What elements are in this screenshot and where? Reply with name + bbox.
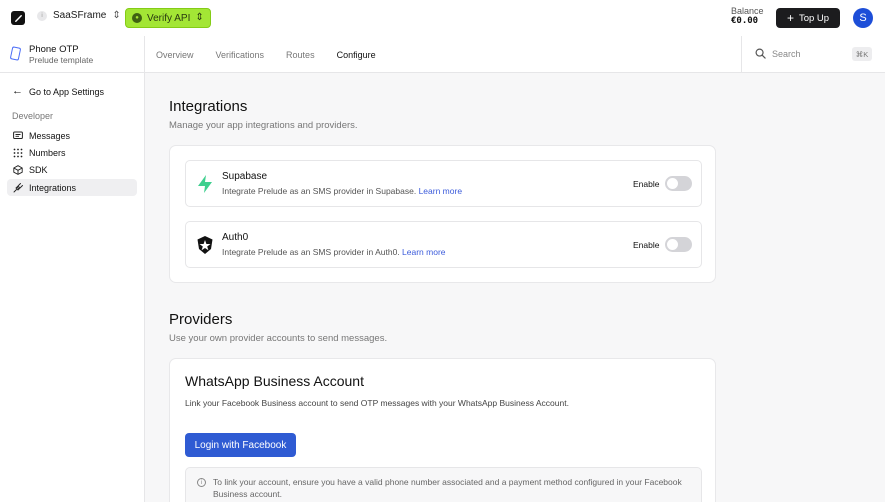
back-label: Go to App Settings [29,86,105,97]
back-link[interactable]: ← Go to App Settings [12,86,104,97]
globe-icon: ● [132,13,142,23]
workspace-avatar: i [37,10,47,21]
sidebar-item-messages[interactable]: Messages [7,127,137,144]
integration-supabase: Supabase Integrate Prelude as an SMS pro… [185,160,702,207]
sub-bar: Phone OTP Prelude template Overview Veri… [0,36,885,74]
integration-description: Integrate Prelude as an SMS provider in … [222,186,462,196]
auth0-logo-icon [197,236,213,254]
project-template: Prelude template [29,55,94,65]
sidebar-item-label: Messages [29,130,71,141]
info-icon: i [197,478,206,487]
workspace-switcher[interactable]: i SaaSFrame ⇕ [37,10,121,21]
workspace-name: SaaSFrame [53,10,107,21]
top-up-button[interactable]: + Top Up [776,8,840,28]
learn-more-link[interactable]: Learn more [419,186,462,196]
arrow-left-icon: ← [12,85,23,97]
grid-icon [13,148,23,157]
chevron-updown-icon: ⇕ [112,9,121,21]
plus-icon: + [786,11,794,25]
user-avatar[interactable]: S [853,8,873,28]
plug-icon [13,182,23,192]
supabase-enable-toggle[interactable] [665,176,692,191]
sidebar-item-label: Numbers [29,147,66,158]
integrations-card: Supabase Integrate Prelude as an SMS pro… [169,145,716,283]
learn-more-link[interactable]: Learn more [402,247,445,257]
sidebar-item-integrations[interactable]: Integrations [7,179,137,196]
info-note-text: To link your account, ensure you have a … [213,477,682,499]
tab-verifications[interactable]: Verifications [205,36,276,73]
supabase-logo-icon [198,175,212,193]
tab-configure[interactable]: Configure [325,36,387,74]
app-logo-icon[interactable] [11,11,25,25]
chevron-updown-icon: ⇕ [195,12,204,23]
search-shortcut: ⌘K [852,47,872,61]
main-content: Integrations Manage your app integration… [145,73,885,502]
balance-label: Balance [731,6,764,16]
enable-label: Enable [633,240,660,250]
whatsapp-description: Link your Facebook Business account to s… [185,398,569,408]
enable-label: Enable [633,179,660,189]
sidebar-item-label: SDK [29,164,48,175]
top-up-label: Top Up [798,12,830,24]
sidebar-item-sdk[interactable]: SDK [7,161,137,178]
project-name: Phone OTP [29,44,79,55]
tab-routes[interactable]: Routes [275,36,326,73]
api-label: Verify API [147,12,191,24]
tab-bar: Overview Verifications Routes Configure [145,36,387,74]
api-switcher[interactable]: ● Verify API ⇕ [125,8,211,28]
search-input[interactable]: Search ⌘K [741,36,885,73]
info-note: i To link your account, ensure you have … [185,467,702,502]
toggle-knob [667,239,678,250]
auth0-enable-toggle[interactable] [665,237,692,252]
phone-icon [9,46,22,61]
integration-name: Auth0 [222,232,249,243]
integration-description-text: Integrate Prelude as an SMS provider in … [222,247,400,257]
integration-description-text: Integrate Prelude as an SMS provider in … [222,186,417,196]
integrations-title: Integrations [169,98,248,115]
message-icon [13,131,23,139]
balance-value: €0.00 [731,16,759,27]
whatsapp-card: WhatsApp Business Account Link your Face… [169,358,716,502]
search-placeholder: Search [772,49,801,59]
integration-auth0: Auth0 Integrate Prelude as an SMS provid… [185,221,702,268]
project-header[interactable]: Phone OTP Prelude template [0,36,145,73]
sidebar: ← Go to App Settings Developer Messages … [0,73,145,502]
providers-title: Providers [169,311,233,328]
top-bar: i SaaSFrame ⇕ ● Verify API ⇕ Balance €0.… [0,0,885,36]
cube-icon [13,164,23,175]
tab-overview[interactable]: Overview [145,36,205,73]
sidebar-section-label: Developer [12,111,54,121]
integration-description: Integrate Prelude as an SMS provider in … [222,247,446,257]
search-icon [755,48,766,59]
whatsapp-title: WhatsApp Business Account [185,373,364,389]
sidebar-item-label: Integrations [29,182,77,193]
sidebar-item-numbers[interactable]: Numbers [7,144,137,161]
integrations-subtitle: Manage your app integrations and provide… [169,120,358,131]
providers-subtitle: Use your own provider accounts to send m… [169,333,388,344]
balance: Balance €0.00 [731,6,764,27]
toggle-knob [667,178,678,189]
login-with-facebook-button[interactable]: Login with Facebook [185,433,296,457]
integration-name: Supabase [222,171,268,182]
